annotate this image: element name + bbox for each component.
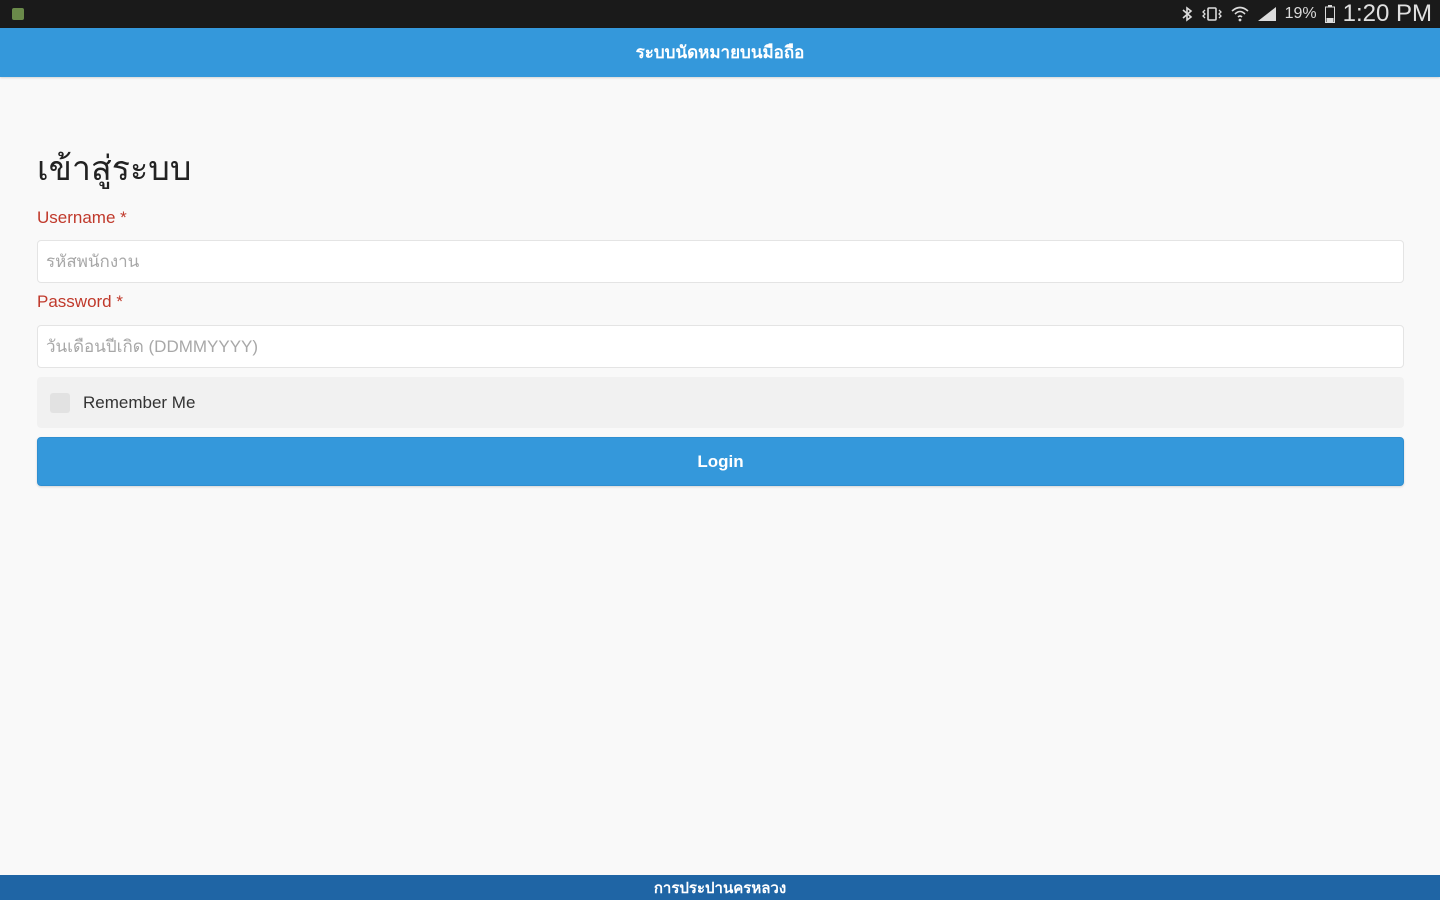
app-footer: การประปานครหลวง bbox=[0, 875, 1440, 900]
status-left bbox=[12, 8, 24, 20]
notification-icon bbox=[12, 8, 24, 20]
battery-percent: 19% bbox=[1284, 5, 1317, 22]
signal-icon bbox=[1257, 6, 1277, 22]
app-title: ระบบนัดหมายบนมือถือ bbox=[635, 43, 805, 63]
status-right: 19% 1:20 PM bbox=[1181, 0, 1432, 28]
remember-me-checkbox[interactable] bbox=[50, 392, 70, 413]
remember-me-row[interactable]: Remember Me bbox=[37, 377, 1404, 428]
password-input[interactable] bbox=[37, 325, 1404, 368]
bluetooth-icon bbox=[1181, 6, 1193, 22]
login-button[interactable]: Login bbox=[37, 437, 1404, 486]
password-label: Password * bbox=[37, 292, 123, 311]
wifi-icon bbox=[1231, 6, 1249, 22]
username-label: Username * bbox=[37, 208, 127, 227]
vibrate-icon bbox=[1201, 6, 1223, 22]
status-clock: 1:20 PM bbox=[1342, 0, 1432, 27]
battery-icon bbox=[1324, 5, 1335, 23]
remember-me-label: Remember Me bbox=[83, 392, 196, 412]
app-header: ระบบนัดหมายบนมือถือ bbox=[0, 28, 1440, 77]
status-bar: 19% 1:20 PM bbox=[0, 0, 1440, 28]
username-input[interactable] bbox=[37, 240, 1404, 283]
footer-text: การประปานครหลวง bbox=[653, 878, 787, 897]
page-title: เข้าสู่ระบบ bbox=[37, 149, 192, 189]
